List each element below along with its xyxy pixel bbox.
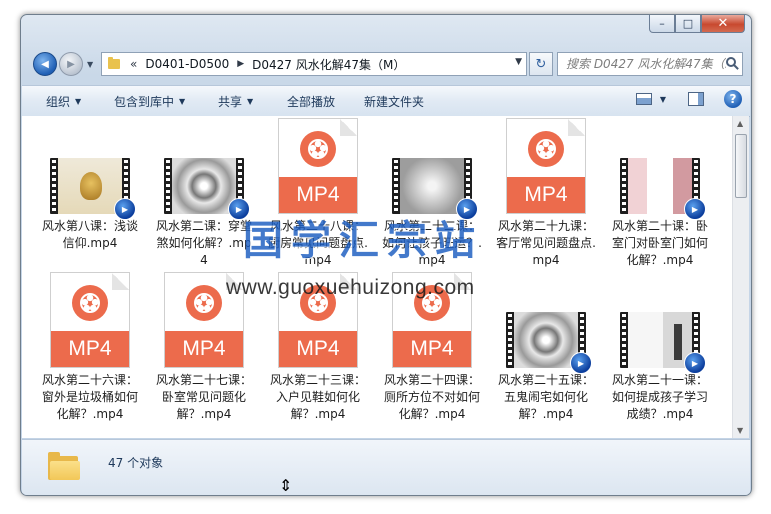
film-reel-icon <box>186 285 222 321</box>
file-type-label: MP4 <box>507 177 585 213</box>
search-box[interactable] <box>557 52 743 76</box>
change-view-icon[interactable] <box>635 93 652 105</box>
file-item[interactable]: ▶ 风水第二课：穿堂煞如何化解？.mp4 <box>154 118 254 268</box>
chevron-down-icon: ▼ <box>75 96 82 106</box>
file-name: 风水第二十一课：如何提成孩子学习成绩？.mp4 <box>611 373 708 421</box>
watermark-url: www.guoxuehuizong.com <box>226 276 475 299</box>
file-item[interactable]: ▶ 风水第二十课：卧室门对卧室门如何化解？.mp4 <box>610 118 710 268</box>
watermark-text: 国学汇宗站 <box>243 218 483 264</box>
file-name: 风水第二十四课：厕所方位不对如何化解？.mp4 <box>383 373 480 421</box>
back-button[interactable]: ◀ <box>33 52 57 76</box>
address-bar[interactable]: « D0401-D0500 ▶ D0427 风水化解47集（M） ▼ <box>101 52 527 76</box>
film-reel-icon <box>300 131 336 167</box>
file-name: 风水第二课：穿堂煞如何化解？.mp4 <box>155 219 252 267</box>
help-icon[interactable]: ? <box>724 90 742 108</box>
folder-icon <box>108 57 120 69</box>
file-item[interactable]: MP4 风水第二十九课：客厅常见问题盘点.mp4 <box>496 118 596 268</box>
file-name: 风水第八课：浅谈信仰.mp4 <box>41 219 138 250</box>
media-player-icon: ▶ <box>570 352 592 374</box>
mp4-file-icon: MP4 <box>278 118 358 214</box>
video-thumbnail: ▶ <box>50 158 136 220</box>
file-name: 风水第二十七课：卧室常见问题化解？.mp4 <box>155 373 252 421</box>
mp4-file-icon: MP4 <box>506 118 586 214</box>
preview-pane-icon[interactable] <box>688 92 704 106</box>
file-type-label: MP4 <box>279 331 357 367</box>
media-player-icon: ▶ <box>114 198 136 220</box>
details-pane: 47 个对象 <box>22 439 750 495</box>
film-reel-icon <box>528 131 564 167</box>
video-thumbnail: ▶ <box>620 158 706 220</box>
minimize-button[interactable]: – <box>649 15 675 33</box>
video-thumbnail: ▶ <box>620 312 706 374</box>
chevron-right-icon[interactable]: ▶ <box>237 59 244 69</box>
file-item[interactable]: ▶ 风水第二十五课：五鬼闹宅如何化解？.mp4 <box>496 272 596 422</box>
maximize-button[interactable]: □ <box>675 15 701 33</box>
breadcrumb-item-current[interactable]: D0427 风水化解47集（M） <box>252 56 405 73</box>
file-name: 风水第二十六课：窗外是垃圾桶如何化解？.mp4 <box>41 373 138 421</box>
vertical-scrollbar[interactable]: ▲ ▼ <box>732 116 749 438</box>
arrow-right-icon: ▶ <box>67 58 75 70</box>
video-thumbnail: ▶ <box>506 312 592 374</box>
folder-icon <box>48 452 80 480</box>
new-folder-button[interactable]: 新建文件夹 <box>364 93 424 110</box>
search-icon[interactable] <box>726 57 736 67</box>
media-player-icon: ▶ <box>684 198 706 220</box>
chevron-down-icon: ▼ <box>247 96 254 106</box>
share-button[interactable]: 共享 ▼ <box>218 93 253 110</box>
navigation-row: ◀ ▶ ▼ « D0401-D0500 ▶ D0427 风水化解47集（M） ▼… <box>29 49 743 79</box>
command-bar: 组织 ▼ 包含到库中 ▼ 共享 ▼ 全部播放 新建文件夹 ▼ ? <box>22 85 750 117</box>
mp4-file-icon: MP4 <box>50 272 130 368</box>
file-type-label: MP4 <box>165 331 243 367</box>
file-type-label: MP4 <box>393 331 471 367</box>
file-name: 风水第二十九课：客厅常见问题盘点.mp4 <box>496 219 596 267</box>
recent-pages-button[interactable]: ▼ <box>87 57 97 71</box>
video-thumbnail: ▶ <box>164 158 250 220</box>
organize-button[interactable]: 组织 ▼ <box>46 93 81 110</box>
breadcrumb-overflow[interactable]: « <box>130 57 137 71</box>
refresh-icon: ↻ <box>535 56 547 72</box>
organize-label: 组织 <box>46 94 71 109</box>
caption-buttons: – □ ✕ <box>649 15 745 33</box>
file-name: 风水第二十三课：入户见鞋如何化解？.mp4 <box>269 373 366 421</box>
chevron-down-icon[interactable]: ▼ <box>515 57 522 67</box>
file-item[interactable]: ▶ 风水第八课：浅谈信仰.mp4 <box>40 118 140 268</box>
file-item[interactable]: ▶ 风水第二十一课：如何提成孩子学习成绩？.mp4 <box>610 272 710 422</box>
chevron-down-icon: ▼ <box>179 96 186 106</box>
forward-button[interactable]: ▶ <box>59 52 83 76</box>
film-reel-icon <box>72 285 108 321</box>
file-name: 风水第二十五课：五鬼闹宅如何化解？.mp4 <box>497 373 594 421</box>
file-name: 风水第二十课：卧室门对卧室门如何化解？.mp4 <box>611 219 708 267</box>
file-item[interactable]: MP4 风水第二十六课：窗外是垃圾桶如何化解？.mp4 <box>40 272 140 422</box>
toolbar-right: ▼ ? <box>635 90 742 108</box>
file-type-label: MP4 <box>51 331 129 367</box>
include-in-library-label: 包含到库中 <box>114 94 175 109</box>
scroll-up-icon[interactable]: ▲ <box>737 119 743 128</box>
breadcrumb-item-parent[interactable]: D0401-D0500 <box>145 57 229 71</box>
refresh-button[interactable]: ↻ <box>529 52 553 76</box>
media-player-icon: ▶ <box>684 352 706 374</box>
play-all-button[interactable]: 全部播放 <box>287 93 335 110</box>
share-label: 共享 <box>218 94 243 109</box>
close-button[interactable]: ✕ <box>701 15 745 33</box>
chevron-down-icon[interactable]: ▼ <box>660 95 666 104</box>
search-input[interactable] <box>564 56 728 72</box>
item-count: 47 个对象 <box>108 456 164 470</box>
scrollbar-thumb[interactable] <box>735 134 747 198</box>
arrow-left-icon: ◀ <box>41 58 49 70</box>
include-in-library-button[interactable]: 包含到库中 ▼ <box>114 93 185 110</box>
video-thumbnail: ▶ <box>392 158 478 220</box>
resize-cursor-icon: ⇕ <box>279 476 293 495</box>
scroll-down-icon[interactable]: ▼ <box>737 426 743 435</box>
